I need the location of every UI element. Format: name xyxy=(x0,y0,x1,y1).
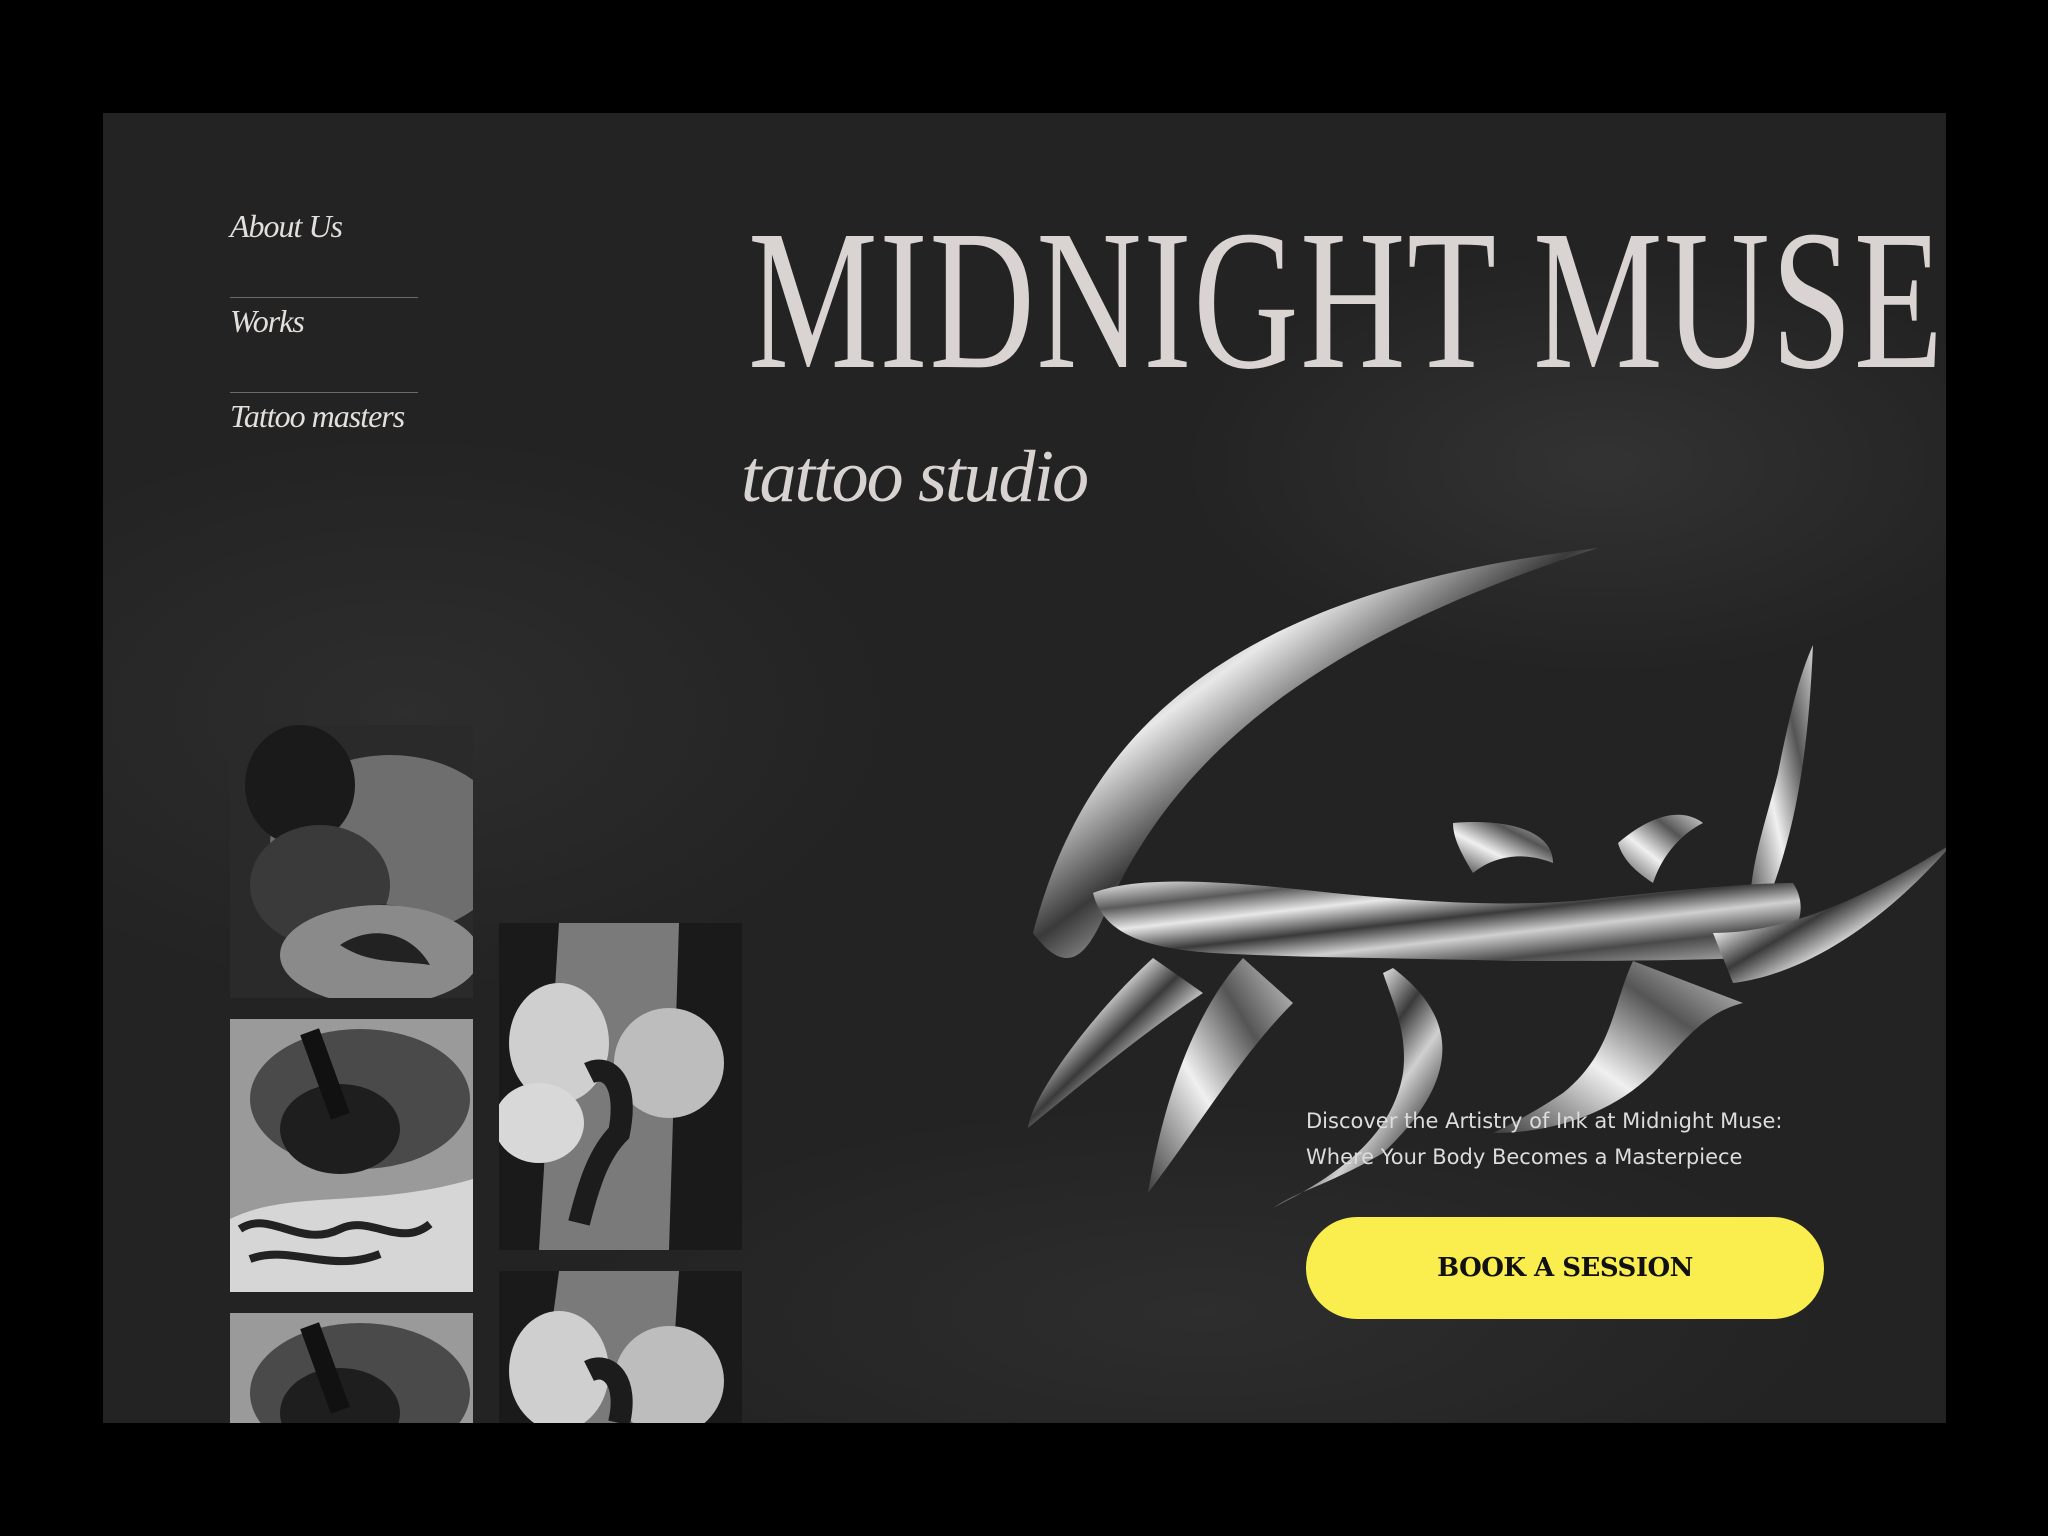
tagline-line-1: Discover the Artistry of Ink at Midnight… xyxy=(1306,1109,1783,1133)
nav-item-works[interactable]: Works xyxy=(230,298,418,393)
nav-item-tattoo-masters[interactable]: Tattoo masters xyxy=(230,393,418,487)
page-title: MIDNIGHT MUSE xyxy=(748,190,1945,411)
gallery-photo-5[interactable] xyxy=(499,1271,742,1423)
main-nav: About Us Works Tattoo masters xyxy=(230,203,418,487)
gallery-photo-2[interactable] xyxy=(230,1019,473,1292)
hero-section: About Us Works Tattoo masters MIDNIGHT M… xyxy=(103,113,1946,1423)
book-session-button[interactable]: BOOK A SESSION xyxy=(1306,1217,1824,1319)
gallery-photo-4[interactable] xyxy=(230,1313,473,1423)
tagline: Discover the Artistry of Ink at Midnight… xyxy=(1306,1103,1866,1175)
tagline-line-2: Where Your Body Becomes a Masterpiece xyxy=(1306,1145,1743,1169)
nav-item-about-us[interactable]: About Us xyxy=(230,203,418,298)
gallery-photo-3[interactable] xyxy=(499,923,742,1250)
gallery-photo-1[interactable] xyxy=(230,725,473,998)
